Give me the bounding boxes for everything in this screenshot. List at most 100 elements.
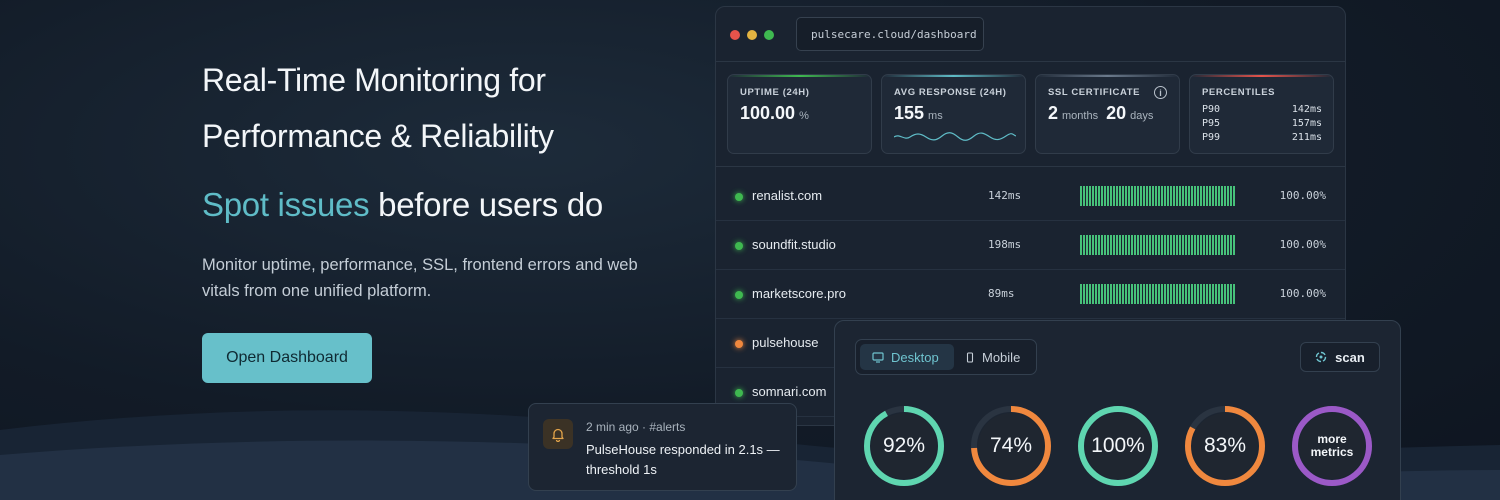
more-metrics-button[interactable]: more metrics [1289, 403, 1375, 489]
hero-title-line1: Real-Time Monitoring for [202, 62, 546, 98]
uptime-tick [1191, 284, 1193, 304]
hero-subtitle-accent: Spot issues [202, 186, 370, 223]
tab-desktop[interactable]: Desktop [860, 344, 954, 370]
site-name: somnari.com [752, 384, 827, 399]
uptime-tick [1158, 186, 1160, 206]
uptime-tick [1188, 284, 1190, 304]
uptime-bars [1080, 284, 1236, 304]
uptime-tick [1197, 186, 1199, 206]
info-icon[interactable]: i [1154, 86, 1167, 99]
response-sparkline [894, 132, 1016, 141]
scan-button[interactable]: scan [1300, 342, 1380, 372]
uptime-tick [1161, 284, 1163, 304]
uptime-tick [1179, 186, 1181, 206]
gauge-label: 74% [989, 434, 1033, 457]
uptime-tick [1221, 284, 1223, 304]
uptime-tick [1200, 284, 1202, 304]
uptime-tick [1086, 235, 1088, 255]
uptime-tick [1200, 186, 1202, 206]
tab-mobile[interactable]: Mobile [962, 344, 1034, 370]
site-name: soundfit.studio [752, 237, 836, 252]
score-gauge: 74% [968, 403, 1054, 489]
score-gauge: 92% [861, 403, 947, 489]
site-row[interactable]: soundfit.studio 198ms 100.00% [716, 221, 1345, 270]
uptime-tick [1140, 284, 1142, 304]
uptime-tick [1179, 235, 1181, 255]
ssl-days-unit: days [1130, 110, 1154, 122]
uptime-tick [1134, 235, 1136, 255]
alert-toast[interactable]: 2 min ago · #alerts PulseHouse responded… [528, 403, 797, 491]
percentile-row: P99 211ms [1202, 132, 1322, 143]
uptime-tick [1152, 235, 1154, 255]
site-row[interactable]: marketscore.pro 89ms 100.00% [716, 270, 1345, 319]
uptime-tick [1137, 284, 1139, 304]
uptime-tick [1221, 235, 1223, 255]
hero-title: Real-Time Monitoring for Performance & R… [202, 52, 682, 164]
maximize-window-dot[interactable] [764, 30, 774, 40]
uptime-tick [1182, 284, 1184, 304]
close-window-dot[interactable] [730, 30, 740, 40]
percentile-row: P90 142ms [1202, 104, 1322, 115]
percentile-value: 157ms [1291, 118, 1322, 129]
uptime-tick [1173, 284, 1175, 304]
uptime-tick [1128, 235, 1130, 255]
gauge-label: 92% [882, 434, 926, 457]
gauge-label: 100% [1091, 434, 1145, 457]
uptime-tick [1224, 284, 1226, 304]
uptime-tick [1137, 235, 1139, 255]
uptime-tick [1176, 186, 1178, 206]
uptime-tick [1227, 284, 1229, 304]
uptime-value-group: 100.00% [740, 103, 809, 124]
stats-cards: UPTIME (24H) 100.00% AVG RESPONSE (24H) … [727, 74, 1335, 154]
phone-icon [966, 351, 974, 363]
uptime-tick [1173, 235, 1175, 255]
uptime-tick [1086, 284, 1088, 304]
bell-icon [543, 419, 573, 449]
site-response-time: 198ms [988, 238, 1022, 251]
uptime-tick [1155, 186, 1157, 206]
uptime-tick [1188, 186, 1190, 206]
uptime-tick [1215, 284, 1217, 304]
uptime-tick [1125, 284, 1127, 304]
open-dashboard-button[interactable]: Open Dashboard [202, 333, 372, 383]
percentiles-card: PERCENTILES P90 142ms P95 157ms P99 211ms [1189, 74, 1334, 154]
uptime-tick [1140, 235, 1142, 255]
uptime-tick [1101, 284, 1103, 304]
uptime-tick [1125, 235, 1127, 255]
scan-label: scan [1335, 349, 1365, 365]
percentile-value: 211ms [1291, 132, 1322, 143]
uptime-tick [1122, 235, 1124, 255]
uptime-tick [1086, 186, 1088, 206]
uptime-bars [1080, 186, 1236, 206]
uptime-tick [1233, 284, 1235, 304]
minimize-window-dot[interactable] [747, 30, 757, 40]
uptime-tick [1155, 284, 1157, 304]
uptime-tick [1134, 186, 1136, 206]
alert-meta: 2 min ago · #alerts [586, 420, 686, 434]
address-bar[interactable]: pulsecare.cloud/dashboard [796, 17, 984, 51]
uptime-tick [1197, 284, 1199, 304]
uptime-tick [1197, 235, 1199, 255]
uptime-tick [1170, 186, 1172, 206]
site-row[interactable]: renalist.com 142ms 100.00% [716, 172, 1345, 221]
card-accent-line [728, 75, 871, 77]
site-response-time: 142ms [988, 189, 1022, 202]
response-unit: ms [928, 110, 943, 122]
uptime-tick [1080, 235, 1082, 255]
tab-desktop-label: Desktop [891, 349, 939, 365]
uptime-tick [1095, 235, 1097, 255]
uptime-value: 100.00 [740, 103, 796, 123]
card-accent-line [1190, 75, 1333, 77]
uptime-tick [1122, 284, 1124, 304]
percentile-name: P99 [1202, 132, 1221, 143]
uptime-tick [1101, 186, 1103, 206]
uptime-tick [1227, 186, 1229, 206]
site-name: pulsehouse [752, 335, 819, 350]
uptime-tick [1104, 235, 1106, 255]
uptime-tick [1152, 284, 1154, 304]
uptime-tick [1107, 186, 1109, 206]
uptime-bars [1080, 235, 1236, 255]
uptime-tick [1080, 284, 1082, 304]
percentile-name: P95 [1202, 118, 1221, 129]
uptime-tick [1089, 284, 1091, 304]
